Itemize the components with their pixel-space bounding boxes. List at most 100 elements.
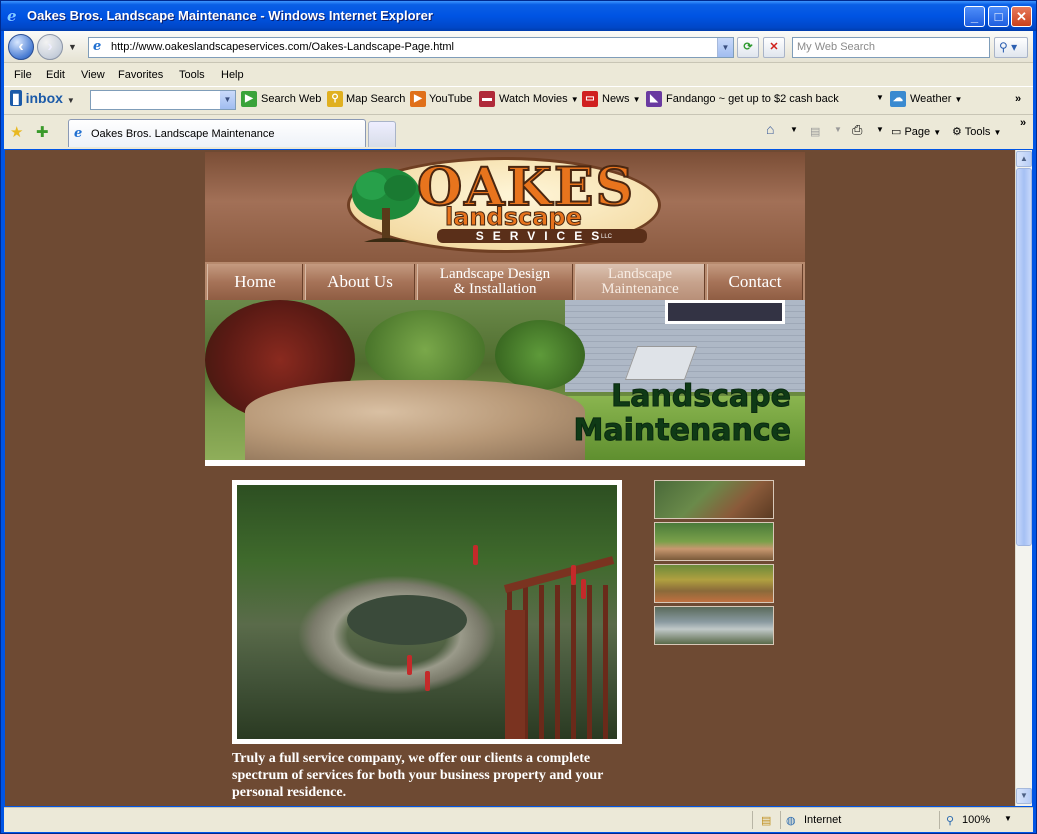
toolbar-overflow-icon[interactable]: » xyxy=(1015,93,1021,105)
youtube-button[interactable]: YouTube xyxy=(429,93,472,105)
watch-movies-button[interactable]: Watch Movies ▼ xyxy=(499,93,579,105)
main-photo xyxy=(237,485,617,739)
nav-landscape-design[interactable]: Landscape Design & Installation xyxy=(417,264,573,300)
photo-pond xyxy=(347,595,467,645)
hero-banner: Landscape Maintenance xyxy=(205,300,805,460)
search-web-button[interactable]: Search Web xyxy=(261,93,321,105)
address-bar[interactable]: e http://www.oakeslandscapeservices.com/… xyxy=(88,37,734,58)
address-row: ‹ › ▼ e http://www.oakeslandscapeservice… xyxy=(4,31,1033,63)
home-icon[interactable]: ⌂ xyxy=(766,121,774,137)
feeds-dropdown-icon[interactable]: ▼ xyxy=(834,125,842,134)
oak-tree-icon xyxy=(352,168,420,242)
toolbar-search-input[interactable]: ▼ xyxy=(90,90,236,110)
weather-button[interactable]: Weather ▼ xyxy=(910,93,962,105)
home-dropdown-icon[interactable]: ▼ xyxy=(790,125,798,134)
toolbar-search-dropdown-icon[interactable]: ▼ xyxy=(220,91,235,109)
add-favorite-icon[interactable]: ✚ xyxy=(36,123,49,141)
toolbar-dropdown-icon[interactable]: ▼ xyxy=(876,93,884,102)
youtube-icon: ▶ xyxy=(410,91,426,107)
zoom-dropdown-icon[interactable]: ▼ xyxy=(1004,814,1012,823)
refresh-button[interactable]: ⟳ xyxy=(737,37,759,58)
vertical-scrollbar[interactable]: ▲ ▼ xyxy=(1015,150,1032,806)
feeds-icon[interactable]: ▤ xyxy=(810,125,820,138)
site-container: OAKES landscape SERVICES LLC Home About … xyxy=(205,152,805,466)
logo-landscape: landscape xyxy=(445,203,583,231)
maximize-button[interactable]: □ xyxy=(988,6,1009,27)
tab-active[interactable]: e Oakes Bros. Landscape Maintenance xyxy=(68,119,366,147)
minimize-button[interactable]: _ xyxy=(964,6,985,27)
inbox-logo[interactable]: ▮ inbox ▼ xyxy=(10,90,75,107)
forward-button[interactable]: › xyxy=(37,34,63,60)
menu-help[interactable]: Help xyxy=(221,69,244,81)
site-header: OAKES landscape SERVICES LLC xyxy=(205,152,805,262)
nav-about-us[interactable]: About Us xyxy=(305,264,415,300)
search-placeholder: My Web Search xyxy=(797,41,876,53)
fandango-button[interactable]: Fandango ~ get up to $2 cash back xyxy=(666,93,839,105)
menu-tools[interactable]: Tools xyxy=(179,69,205,81)
print-icon[interactable]: ⎙ xyxy=(852,122,862,138)
map-search-button[interactable]: Map Search xyxy=(346,93,405,105)
print-dropdown-icon[interactable]: ▼ xyxy=(876,125,884,134)
status-divider xyxy=(780,811,781,829)
photo-flower xyxy=(407,655,412,675)
nav-contact[interactable]: Contact xyxy=(707,264,803,300)
photo-post xyxy=(505,610,525,739)
thumbnail-2[interactable] xyxy=(654,522,774,561)
tab-label: Oakes Bros. Landscape Maintenance xyxy=(91,128,275,140)
banner-shrub-2 xyxy=(495,320,585,390)
movies-icon: ▬ xyxy=(479,91,495,107)
history-dropdown-icon[interactable]: ▼ xyxy=(68,42,77,52)
logo-llc: LLC xyxy=(601,234,613,240)
tools-menu-button[interactable]: ⚙ Tools ▼ xyxy=(952,125,1001,138)
title-bar: e Oakes Bros. Landscape Maintenance - Wi… xyxy=(1,1,1036,31)
close-button[interactable]: ✕ xyxy=(1011,6,1032,27)
scroll-down-icon[interactable]: ▼ xyxy=(1016,788,1032,804)
popup-blocker-icon[interactable]: ▤ xyxy=(761,814,771,827)
search-input[interactable]: My Web Search xyxy=(792,37,990,58)
page-icon: e xyxy=(93,39,102,54)
status-bar: ▤ ◍ Internet ⚲ 100% ▼ xyxy=(4,807,1033,832)
menu-view[interactable]: View xyxy=(81,69,105,81)
banner-rocks xyxy=(245,380,585,460)
thumbnail-4[interactable] xyxy=(654,606,774,645)
banner-cellar-door xyxy=(624,346,698,380)
back-button[interactable]: ‹ xyxy=(8,34,34,60)
nav-home[interactable]: Home xyxy=(207,264,303,300)
banner-title-line2: Maintenance xyxy=(573,413,792,448)
scroll-up-icon[interactable]: ▲ xyxy=(1016,151,1032,167)
nav-landscape-maintenance[interactable]: Landscape Maintenance xyxy=(575,264,705,300)
tab-row: ★ ✚ e Oakes Bros. Landscape Maintenance … xyxy=(4,114,1033,148)
nav-landscape-maintenance-line1: Landscape xyxy=(607,266,673,282)
zoom-icon: ⚲ xyxy=(946,815,955,827)
intro-text: Truly a full service company, we offer o… xyxy=(232,751,604,800)
search-toolbar: ▮ inbox ▼ ▼ ▶ Search Web ⚲ Map Search ▶ … xyxy=(4,86,1033,111)
zoom-level[interactable]: 100% xyxy=(962,814,990,826)
fandango-icon: ◣ xyxy=(646,91,662,107)
scroll-thumb[interactable] xyxy=(1016,168,1032,546)
photo-flower xyxy=(571,565,576,585)
menu-favorites[interactable]: Favorites xyxy=(118,69,163,81)
page-menu-button[interactable]: ▭ Page ▼ xyxy=(891,125,941,138)
favorites-star-icon[interactable]: ★ xyxy=(10,123,23,141)
photo-flower xyxy=(473,545,478,565)
command-overflow-icon[interactable]: » xyxy=(1020,117,1026,129)
news-button[interactable]: News ▼ xyxy=(602,93,641,105)
page-viewport: OAKES landscape SERVICES LLC Home About … xyxy=(5,150,1017,806)
address-dropdown-icon[interactable]: ▼ xyxy=(717,38,733,57)
thumbnail-3[interactable] xyxy=(654,564,774,603)
tab-page-icon: e xyxy=(74,126,83,141)
nav-landscape-design-line1: Landscape Design xyxy=(439,266,551,282)
browser-chrome: ‹ › ▼ e http://www.oakeslandscapeservice… xyxy=(4,31,1033,149)
menu-file[interactable]: File xyxy=(14,69,32,81)
logo-services: SERVICES xyxy=(437,229,647,243)
new-tab-button[interactable] xyxy=(368,121,396,147)
news-icon: ▭ xyxy=(582,91,598,107)
stop-button[interactable]: ✕ xyxy=(763,37,785,58)
browser-window: e Oakes Bros. Landscape Maintenance - Wi… xyxy=(0,0,1037,834)
menu-edit[interactable]: Edit xyxy=(46,69,65,81)
url-text[interactable]: http://www.oakeslandscapeservices.com/Oa… xyxy=(111,41,454,53)
thumbnail-1[interactable] xyxy=(654,480,774,519)
banner-window xyxy=(665,300,785,324)
search-button[interactable]: ⚲ ▾ xyxy=(994,37,1028,58)
banner-shrub xyxy=(365,310,485,390)
